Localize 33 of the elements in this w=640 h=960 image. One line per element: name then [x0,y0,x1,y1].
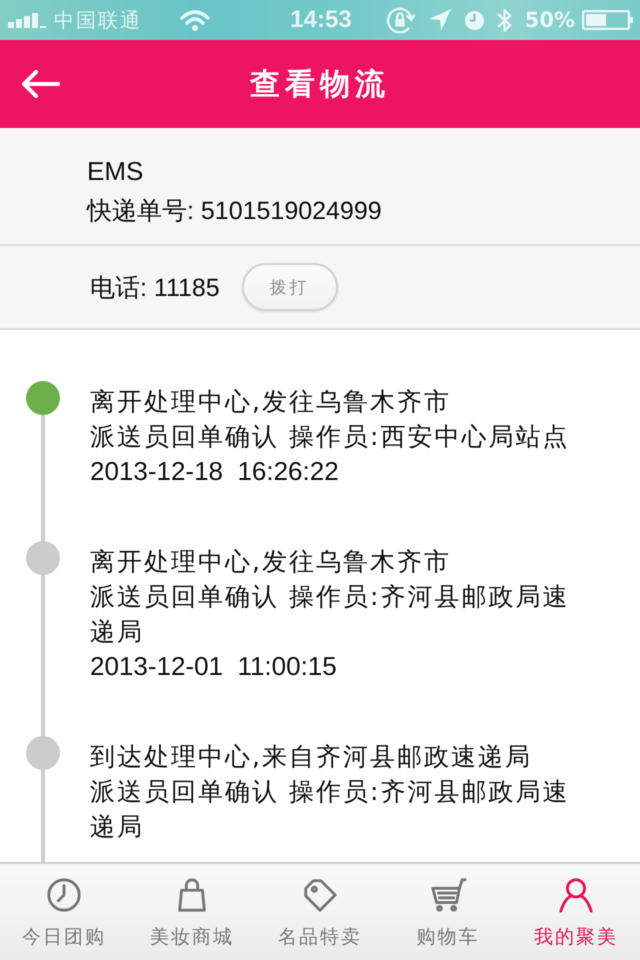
event-title: 离开处理中心,发往乌鲁木齐市 [90,546,452,578]
battery-icon [582,10,634,30]
event-title: 到达处理中心,来自齐河县邮政速递局 [90,741,533,773]
event-title: 离开处理中心,发往乌鲁木齐市 [90,386,452,418]
event-time: 2013-12-18 16:26:22 [90,455,340,488]
carrier-name: 中国联通 [54,6,142,34]
back-arrow-icon [20,68,60,100]
tab-item[interactable]: 我的聚美 [512,864,640,960]
bluetooth-icon [496,6,512,34]
alarm-icon [464,10,484,30]
clock-icon [45,876,83,914]
phone-number: 电话: 11185 [90,272,220,304]
location-arrow-icon [428,8,452,32]
courier-name: EMS [87,155,144,188]
status-time: 14:53 [290,6,352,34]
page-title: 查看物流 [250,66,390,104]
person-icon [557,876,595,914]
battery-percent: 50% [524,8,575,32]
wifi-icon [180,9,210,31]
event-detail: 派送员回单确认 操作员:齐河县邮政局速递局 [90,581,570,648]
shopping-cart-icon [429,876,467,914]
back-button[interactable] [20,68,60,100]
event-detail: 派送员回单确认 操作员:西安中心局站点 [90,421,570,453]
tab-item[interactable]: 美妆商城 [128,864,256,960]
call-button[interactable]: 拨打 [242,263,338,311]
event-detail: 派送员回单确认 操作员:齐河县邮政局速递局 [90,776,570,843]
tab-item[interactable]: 购物车 [384,864,512,960]
signal-icon [8,12,46,28]
rotation-lock-icon [384,5,415,35]
event-time: 2013-12-01 11:00:15 [90,650,338,683]
tab-item[interactable]: 今日团购 [0,864,128,960]
tracking-number: 快递单号: 5101519024999 [87,196,383,227]
tab-item[interactable]: 名品特卖 [256,864,384,960]
